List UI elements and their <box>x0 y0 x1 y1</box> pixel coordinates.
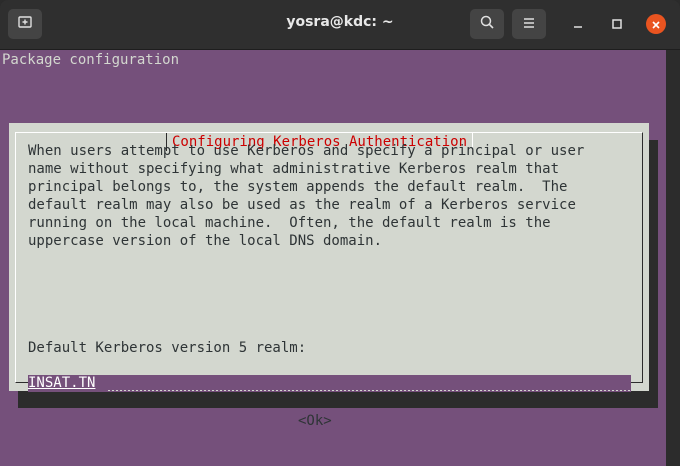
dialog-description: When users attempt to use Kerberos and s… <box>28 143 585 249</box>
terminal-window: yosra@kdc: ~ Package configuration Confi… <box>0 0 680 466</box>
kerberos-config-dialog: Configuring Kerberos Authentication When… <box>9 123 649 429</box>
search-button[interactable] <box>470 9 504 39</box>
maximize-button[interactable] <box>607 14 627 34</box>
minimize-button[interactable] <box>568 14 588 34</box>
menu-button[interactable] <box>512 9 546 39</box>
realm-prompt-label: Default Kerberos version 5 realm: <box>28 340 307 356</box>
close-button[interactable] <box>646 14 666 34</box>
minimize-icon <box>572 15 584 34</box>
hamburger-menu-icon <box>522 15 536 34</box>
ok-button[interactable]: <Ok> <box>298 413 332 429</box>
maximize-icon <box>611 15 623 34</box>
close-icon <box>651 15 661 34</box>
scrollbar-gutter <box>666 50 680 466</box>
terminal-area[interactable]: Package configuration Configuring Kerber… <box>0 50 666 466</box>
package-configuration-header: Package configuration <box>2 52 180 68</box>
title-bar: yosra@kdc: ~ <box>0 0 680 50</box>
search-icon <box>479 14 495 34</box>
input-underline <box>108 390 631 391</box>
realm-input[interactable]: INSAT.TN <box>28 375 631 392</box>
realm-input-value: INSAT.TN <box>28 375 96 391</box>
